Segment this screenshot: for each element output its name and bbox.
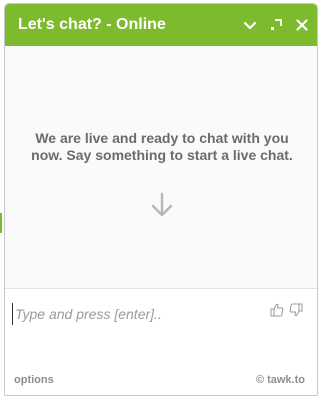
chat-footer: options © tawk.to <box>5 369 317 395</box>
message-area[interactable]: We are live and ready to chat with you n… <box>5 46 317 289</box>
chat-title: Let's chat? - Online <box>18 16 166 33</box>
message-input[interactable] <box>12 303 265 325</box>
arrow-down-icon <box>151 192 173 217</box>
branding-link[interactable]: © tawk.to <box>256 374 305 386</box>
options-link[interactable]: options <box>14 374 54 386</box>
close-button[interactable] <box>293 16 311 34</box>
chat-widget: Let's chat? - Online We are live and rea… <box>4 3 318 396</box>
minimize-button[interactable] <box>241 16 259 34</box>
rate-down-button[interactable] <box>289 303 303 317</box>
close-icon <box>296 19 308 31</box>
page-edge-accent <box>0 213 2 233</box>
popout-icon <box>271 19 282 30</box>
composer-area <box>5 289 317 354</box>
thumbs-up-icon <box>270 303 284 317</box>
rate-up-button[interactable] <box>270 303 284 317</box>
welcome-message: We are live and ready to chat with you n… <box>31 130 293 163</box>
thumbs-down-icon <box>289 303 303 317</box>
chevron-down-icon <box>243 21 257 30</box>
chat-header[interactable]: Let's chat? - Online <box>5 4 317 46</box>
popout-button[interactable] <box>267 16 285 34</box>
